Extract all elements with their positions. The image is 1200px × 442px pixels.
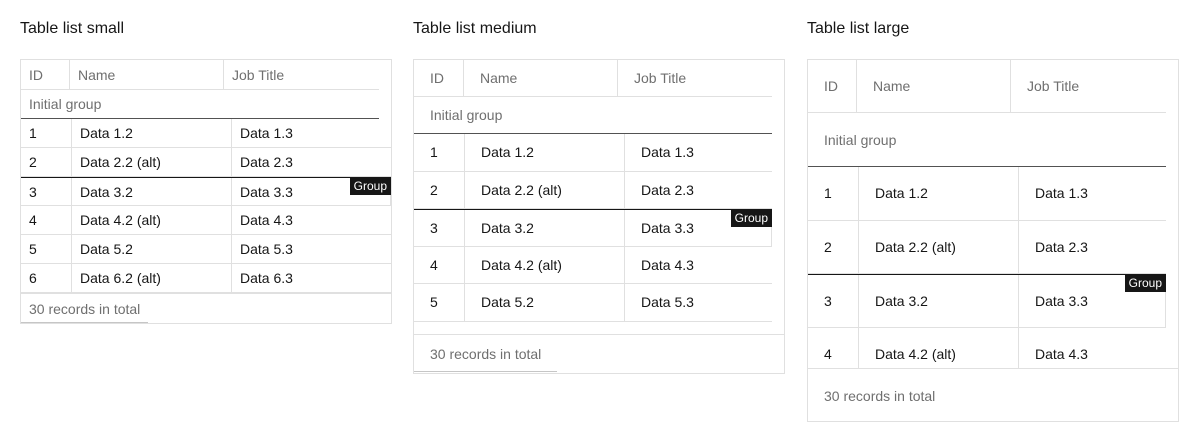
table-row[interactable]: 3 Data 3.2 Data 3.3 Group xyxy=(414,209,772,247)
table-row[interactable]: 4 Data 4.2 (alt) Data 4.3 xyxy=(414,246,772,284)
records-total: 30 records in total xyxy=(430,345,542,362)
cell-id: 3 xyxy=(21,178,72,205)
table-header-row: ID Name Job Title xyxy=(808,60,1166,113)
cell-id: 3 xyxy=(414,210,465,246)
column-header-job-title[interactable]: Job Title xyxy=(1011,60,1166,112)
cell-name: Data 1.2 xyxy=(72,119,232,147)
table-body: 1 Data 1.2 Data 1.3 2 Data 2.2 (alt) Dat… xyxy=(21,119,391,293)
records-total: 30 records in total xyxy=(824,387,936,404)
table-title-medium: Table list medium xyxy=(413,20,537,37)
table-row[interactable]: 5 Data 5.2 Data 5.3 xyxy=(414,284,772,322)
cell-job-title: Data 4.3 xyxy=(641,256,694,273)
table-row[interactable]: 3 Data 3.2 Data 3.3 Group xyxy=(808,274,1166,328)
cell-name: Data 3.2 xyxy=(72,178,232,205)
table-header-row: ID Name Job Title xyxy=(21,60,379,90)
group-tag: Group xyxy=(1124,275,1166,292)
cell-id: 1 xyxy=(21,119,72,147)
cell-job-title: Data 1.3 xyxy=(641,144,694,161)
cell-id: 2 xyxy=(21,148,72,176)
column-header-id[interactable]: ID xyxy=(808,60,857,112)
table-title-large: Table list large xyxy=(807,20,910,37)
cell-name: Data 1.2 xyxy=(859,167,1019,220)
cell-job-title: Data 2.3 xyxy=(1035,238,1088,255)
cell-name: Data 1.2 xyxy=(465,134,625,171)
column-header-name[interactable]: Name xyxy=(857,60,1011,112)
table-row[interactable]: 6 Data 6.2 (alt) Data 6.3 xyxy=(21,264,391,293)
cell-name: Data 6.2 (alt) xyxy=(72,264,232,292)
column-header-job-title[interactable]: Job Title xyxy=(618,60,772,96)
cell-name: Data 4.2 (alt) xyxy=(465,246,625,283)
cell-job-title: Data 4.3 xyxy=(1035,345,1088,362)
table-row[interactable]: 2 Data 2.2 (alt) Data 2.3 xyxy=(808,220,1166,274)
cell-id: 5 xyxy=(21,235,72,263)
group-tag: Group xyxy=(349,178,391,195)
footer-divider xyxy=(414,371,557,372)
cell-id: 2 xyxy=(414,171,465,208)
cell-job-title: Data 5.3 xyxy=(240,241,293,257)
column-header-id[interactable]: ID xyxy=(21,60,70,89)
group-header[interactable]: Initial group xyxy=(808,113,1166,167)
cell-id: 3 xyxy=(808,275,859,327)
cell-job-title: Data 5.3 xyxy=(641,294,694,311)
group-tag: Group xyxy=(730,210,772,227)
table-row[interactable]: 2 Data 2.2 (alt) Data 2.3 xyxy=(21,148,391,177)
column-header-job-title[interactable]: Job Title xyxy=(224,60,379,89)
footer-divider xyxy=(808,421,951,422)
table-list-small: ID Name Job Title Initial group 1 Data 1… xyxy=(20,59,392,324)
cell-name: Data 5.2 xyxy=(72,235,232,263)
cell-job-title: Data 2.3 xyxy=(641,181,694,198)
column-header-name[interactable]: Name xyxy=(70,60,224,89)
cell-name: Data 5.2 xyxy=(465,284,625,321)
footer-divider xyxy=(21,322,148,323)
table-row[interactable]: 4 Data 4.2 (alt) Data 4.3 xyxy=(21,206,391,235)
table-footer: 30 records in total xyxy=(21,293,391,323)
table-list-large: ID Name Job Title Initial group 1 Data 1… xyxy=(807,59,1179,422)
table-footer: 30 records in total xyxy=(808,368,1178,422)
table-row[interactable]: 1 Data 1.2 Data 1.3 xyxy=(414,134,772,172)
cell-id: 5 xyxy=(414,284,465,321)
table-row[interactable]: 1 Data 1.2 Data 1.3 xyxy=(808,167,1166,221)
cell-name: Data 3.2 xyxy=(859,275,1019,327)
table-footer: 30 records in total xyxy=(414,334,784,372)
table-row[interactable]: 2 Data 2.2 (alt) Data 2.3 xyxy=(414,171,772,209)
records-total: 30 records in total xyxy=(29,300,141,317)
cell-id: 4 xyxy=(808,327,859,368)
cell-id: 6 xyxy=(21,264,72,292)
cell-job-title: Data 4.3 xyxy=(240,212,293,228)
cell-name: Data 4.2 (alt) xyxy=(72,206,232,234)
cell-name: Data 4.2 (alt) xyxy=(859,327,1019,368)
cell-name: Data 2.2 (alt) xyxy=(859,220,1019,273)
table-body: 1 Data 1.2 Data 1.3 2 Data 2.2 (alt) Dat… xyxy=(414,134,784,334)
cell-job-title: Data 2.3 xyxy=(240,154,293,170)
cell-id: 4 xyxy=(21,206,72,234)
cell-id: 4 xyxy=(414,246,465,283)
table-title-small: Table list small xyxy=(20,20,125,37)
cell-id: 1 xyxy=(414,134,465,171)
column-header-name[interactable]: Name xyxy=(464,60,618,96)
cell-job-title: Data 6.3 xyxy=(240,270,293,286)
group-header[interactable]: Initial group xyxy=(414,97,772,134)
table-header-row: ID Name Job Title xyxy=(414,60,772,97)
table-row[interactable]: 5 Data 5.2 Data 5.3 xyxy=(21,235,391,264)
table-row[interactable]: 1 Data 1.2 Data 1.3 xyxy=(21,119,391,148)
column-header-id[interactable]: ID xyxy=(414,60,464,96)
cell-job-title: Data 1.3 xyxy=(1035,185,1088,202)
table-list-medium: ID Name Job Title Initial group 1 Data 1… xyxy=(413,59,785,374)
cell-name: Data 3.2 xyxy=(465,210,625,246)
cell-name: Data 2.2 (alt) xyxy=(465,171,625,208)
cell-job-title: Data 1.3 xyxy=(240,125,293,141)
table-body: 1 Data 1.2 Data 1.3 2 Data 2.2 (alt) Dat… xyxy=(808,167,1178,368)
table-row[interactable]: 4 Data 4.2 (alt) Data 4.3 xyxy=(808,327,1166,368)
table-row[interactable]: 3 Data 3.2 Data 3.3 Group xyxy=(21,177,391,206)
cell-id: 2 xyxy=(808,220,859,273)
group-header[interactable]: Initial group xyxy=(21,90,379,119)
cell-name: Data 2.2 (alt) xyxy=(72,148,232,176)
cell-id: 1 xyxy=(808,167,859,220)
